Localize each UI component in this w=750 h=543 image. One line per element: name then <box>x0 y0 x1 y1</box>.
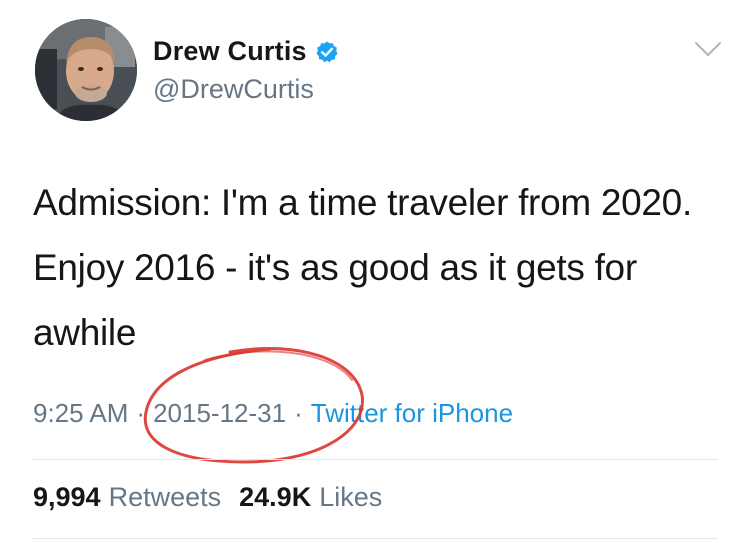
retweets-stat[interactable]: 9,994 Retweets <box>33 482 221 513</box>
display-name[interactable]: Drew Curtis <box>153 36 307 67</box>
tweet-text: Admission: I'm a time traveler from 2020… <box>33 182 692 353</box>
meta-separator: · <box>136 398 146 428</box>
author-name-row: Drew Curtis <box>153 36 339 67</box>
likes-count: 24.9K <box>239 482 312 512</box>
handle[interactable]: @DrewCurtis <box>153 74 314 105</box>
verified-badge-icon <box>315 40 339 64</box>
divider <box>33 538 718 539</box>
divider <box>33 459 718 460</box>
tweet-card: Drew Curtis @DrewCurtis Admission: I'm a… <box>0 0 750 543</box>
chevron-down-icon[interactable] <box>694 40 722 58</box>
retweets-label: Retweets <box>108 482 222 512</box>
likes-stat[interactable]: 24.9K Likes <box>239 482 382 513</box>
tweet-meta: 9:25 AM · 2015-12-31 · Twitter for iPhon… <box>33 398 513 429</box>
likes-label: Likes <box>319 482 383 512</box>
avatar-photo <box>35 19 137 121</box>
retweets-count: 9,994 <box>33 482 101 512</box>
tweet-date[interactable]: 2015-12-31 <box>153 398 286 429</box>
engagement-stats: 9,994 Retweets 24.9K Likes <box>33 482 382 513</box>
meta-separator: · <box>294 398 303 428</box>
tweet-source-link[interactable]: Twitter for iPhone <box>311 398 513 429</box>
tweet-time[interactable]: 9:25 AM <box>33 398 128 429</box>
avatar[interactable] <box>35 19 137 121</box>
